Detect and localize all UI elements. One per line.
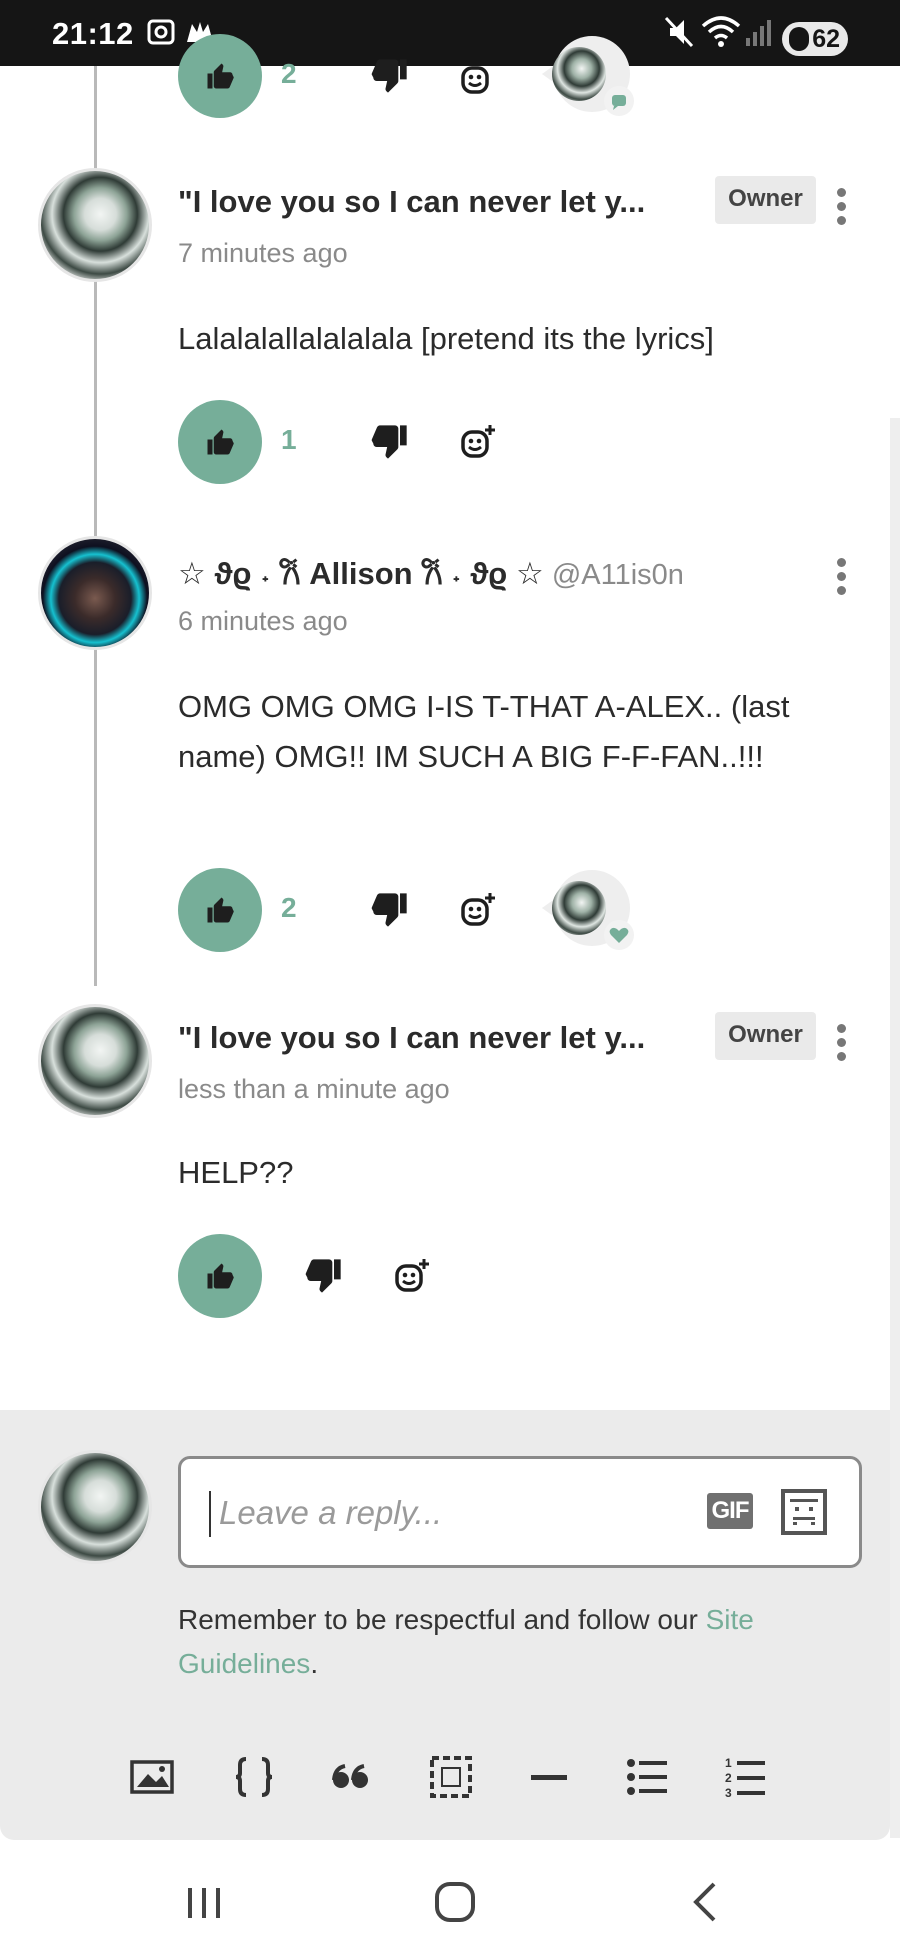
more-options-icon[interactable]	[830, 186, 852, 226]
scrollbar[interactable]	[890, 418, 900, 1838]
comment-author[interactable]: "I love you so I can never let y...	[178, 184, 698, 220]
like-button[interactable]	[178, 400, 262, 484]
my-avatar	[38, 1450, 152, 1564]
wifi-icon	[701, 16, 741, 47]
thumbs-up-icon	[207, 1263, 234, 1289]
reply-input[interactable]	[219, 1483, 659, 1543]
like-count: 2	[281, 58, 297, 89]
author-name: ☆ ϑϱ ˖ 𐙚 Allison 𐙚 ˖ ϑϱ ☆	[178, 556, 544, 591]
heart-reaction-icon	[609, 927, 629, 943]
bullet-list-icon[interactable]	[620, 1750, 674, 1804]
back-icon[interactable]	[676, 1872, 736, 1932]
svg-text:2: 2	[725, 1771, 732, 1785]
comment-time: 6 minutes ago	[178, 606, 348, 636]
avatar[interactable]	[38, 168, 152, 282]
reactor-avatar	[552, 881, 606, 935]
like-count: 1	[281, 424, 297, 455]
reply-composer: GIF Remember to be respectful and follow…	[0, 1410, 890, 1840]
avatar[interactable]	[38, 1004, 152, 1118]
thumbs-up-icon	[207, 63, 234, 89]
text-caret	[209, 1491, 211, 1537]
owner-badge: Owner	[715, 1012, 816, 1060]
status-bar: 21:12 62	[0, 0, 900, 66]
add-reaction-icon[interactable]	[458, 890, 498, 930]
code-icon[interactable]	[227, 1750, 281, 1804]
reaction-chip[interactable]	[540, 36, 634, 116]
thumbs-down-icon[interactable]	[370, 422, 410, 462]
add-reaction-icon[interactable]	[458, 58, 498, 98]
status-time: 21:12	[52, 16, 134, 51]
svg-text:1: 1	[725, 1756, 732, 1770]
guideline-text: Remember to be respectful and follow our	[178, 1604, 706, 1635]
numbered-list-icon[interactable]: 123	[718, 1750, 772, 1804]
comment-reaction-icon	[612, 95, 626, 110]
system-nav-bar	[0, 1850, 900, 1950]
emote-picker-icon[interactable]	[781, 1489, 827, 1535]
comment-body: HELP??	[178, 1155, 294, 1190]
signal-icon	[746, 20, 771, 46]
recent-apps-icon[interactable]	[174, 1872, 234, 1932]
comment-time: less than a minute ago	[178, 1074, 450, 1104]
thumbs-down-icon[interactable]	[370, 890, 410, 930]
reactor-avatar	[552, 47, 606, 101]
reaction-chip[interactable]	[540, 870, 634, 950]
battery-saver-icon	[789, 27, 809, 51]
more-options-icon[interactable]	[830, 556, 852, 596]
gif-button[interactable]: GIF	[707, 1493, 753, 1529]
comment-time: 7 minutes ago	[178, 238, 348, 268]
comment-body: OMG OMG OMG I-IS T-THAT A-ALEX.. (last n…	[178, 689, 790, 774]
home-icon[interactable]	[426, 1872, 486, 1932]
image-icon[interactable]	[127, 1750, 181, 1804]
owner-badge: Owner	[715, 176, 816, 224]
spoiler-icon[interactable]	[424, 1750, 478, 1804]
thumbs-down-icon[interactable]	[304, 1256, 344, 1296]
comment-author[interactable]: "I love you so I can never let y...	[178, 1020, 698, 1056]
like-button[interactable]	[178, 1234, 262, 1318]
author-handle: @A11is0n	[551, 559, 684, 591]
thumbs-down-icon[interactable]	[370, 56, 410, 96]
add-reaction-icon[interactable]	[392, 1256, 432, 1296]
guideline-end: .	[310, 1648, 319, 1679]
mute-icon	[664, 16, 694, 48]
avatar[interactable]	[38, 536, 152, 650]
screenshot-icon	[147, 19, 175, 45]
battery-indicator: 62	[782, 22, 848, 56]
battery-level: 62	[812, 25, 840, 53]
divider-icon[interactable]	[522, 1750, 576, 1804]
add-reaction-icon[interactable]	[458, 422, 498, 462]
comment-author[interactable]: ☆ ϑϱ ˖ 𐙚 Allison 𐙚 ˖ ϑϱ ☆ @A11is0n	[178, 552, 818, 594]
more-options-icon[interactable]	[830, 1022, 852, 1062]
svg-text:3: 3	[725, 1786, 732, 1799]
like-count: 2	[281, 892, 297, 923]
like-button[interactable]	[178, 868, 262, 952]
formatting-toolbar: 123	[0, 1750, 890, 1820]
comment-body: Lalalalallalalalala [pretend its the lyr…	[178, 321, 714, 356]
quote-icon[interactable]	[324, 1750, 378, 1804]
thumbs-up-icon	[207, 429, 234, 455]
like-button[interactable]	[178, 34, 262, 118]
thumbs-up-icon	[207, 897, 234, 923]
guideline-notice: Remember to be respectful and follow our…	[178, 1598, 838, 1686]
reply-box[interactable]: GIF	[178, 1456, 862, 1568]
